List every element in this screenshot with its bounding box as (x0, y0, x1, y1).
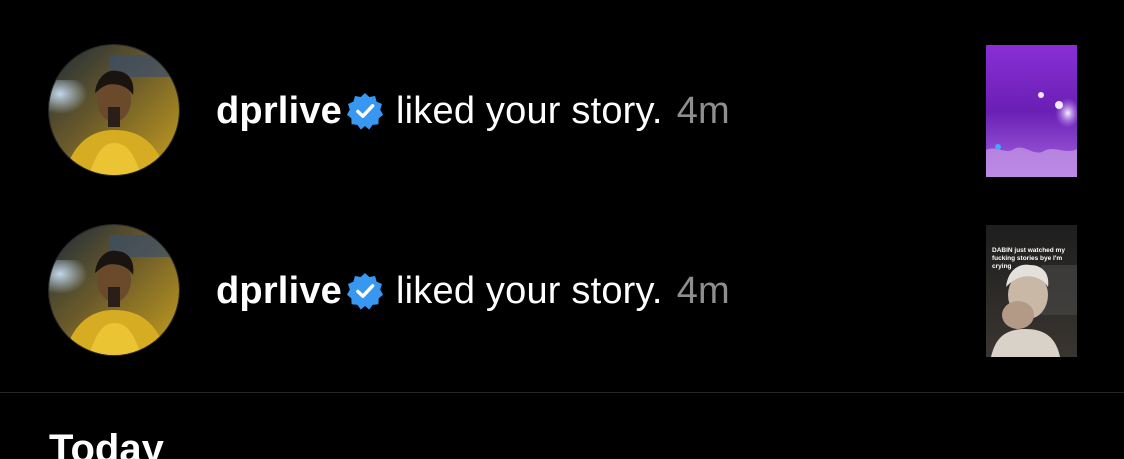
avatar[interactable] (49, 45, 179, 175)
action-text: liked your story. (396, 269, 663, 312)
avatar[interactable] (49, 225, 179, 355)
story-thumbnail[interactable] (986, 45, 1077, 177)
action-text: liked your story. (396, 89, 663, 132)
timestamp: 4m (676, 269, 730, 312)
notification-text: dprlive liked your story. 4m (216, 269, 730, 313)
verified-badge-icon (346, 92, 384, 130)
username[interactable]: dprlive (216, 270, 342, 313)
story-thumbnail[interactable]: DABIN just watched my fucking stories by… (986, 225, 1077, 357)
verified-badge-icon (346, 272, 384, 310)
username[interactable]: dprlive (216, 90, 342, 133)
notification-row[interactable]: dprlive liked your story. 4m (0, 45, 1124, 177)
activity-feed: dprlive liked your story. 4m dprlive lik… (0, 0, 1124, 459)
notification-text: dprlive liked your story. 4m (216, 89, 730, 133)
notification-row[interactable]: dprlive liked your story. 4m (0, 225, 1124, 357)
story-caption: DABIN just watched my fucking stories by… (992, 247, 1065, 270)
section-heading: Today (49, 427, 164, 459)
timestamp: 4m (676, 89, 730, 132)
divider (0, 392, 1124, 393)
